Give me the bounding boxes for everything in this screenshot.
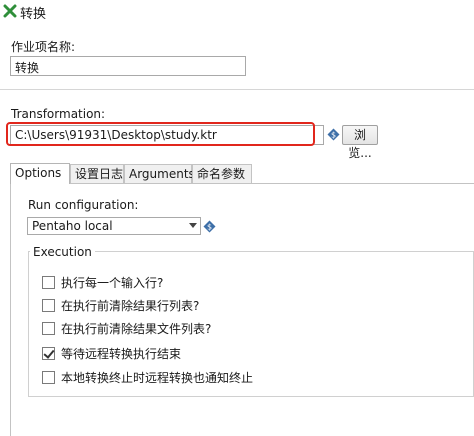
checkbox-row-wait-remote[interactable]: 等待远程转换执行结束 — [42, 345, 181, 361]
checkbox-clear-result-files[interactable] — [42, 321, 55, 335]
checkbox-each-input-row[interactable] — [42, 275, 55, 289]
checkbox-wait-remote[interactable] — [42, 346, 55, 360]
browse-button[interactable]: 浏览... — [342, 125, 378, 160]
checkbox-row-notify-remote-stop[interactable]: 本地转换终止时远程转换也通知终止 — [42, 369, 253, 385]
job-entry-name-input[interactable]: 转换 — [10, 56, 246, 76]
execution-legend: Execution — [30, 245, 95, 259]
tab-logging[interactable]: 设置日志 — [70, 164, 124, 183]
checkbox-row-clear-result-files[interactable]: 在执行前清除结果文件列表? — [42, 320, 211, 336]
chevron-down-icon — [189, 223, 197, 228]
svg-text:$: $ — [331, 131, 336, 140]
tab-arguments[interactable]: Arguments — [124, 164, 195, 183]
checkbox-label: 执行每一个输入行? — [61, 275, 164, 290]
checkbox-row-each-input-row[interactable]: 执行每一个输入行? — [42, 274, 163, 290]
window-title: 转换 — [20, 7, 47, 22]
variable-diamond-icon[interactable]: $ — [203, 220, 216, 233]
svg-text:$: $ — [207, 223, 212, 232]
checkbox-clear-result-rows[interactable] — [42, 298, 55, 312]
section-divider — [0, 89, 474, 90]
checkbox-label: 在执行前清除结果文件列表? — [61, 321, 212, 336]
tab-named-parameters[interactable]: 命名参数 — [192, 164, 252, 183]
checkbox-label: 本地转换终止时远程转换也通知终止 — [61, 370, 254, 385]
variable-diamond-icon[interactable]: $ — [327, 128, 340, 141]
transformation-icon — [3, 4, 17, 18]
run-config-value: Pentaho local — [32, 219, 113, 233]
run-config-select[interactable]: Pentaho local — [27, 217, 201, 235]
transformation-label: Transformation: — [11, 107, 106, 121]
checkbox-label: 在执行前清除结果行列表? — [61, 298, 200, 313]
path-highlight-box — [6, 122, 315, 146]
job-entry-name-label: 作业项名称: — [11, 40, 76, 54]
run-config-label: Run configuration: — [28, 198, 139, 212]
checkbox-notify-remote-stop[interactable] — [42, 370, 55, 384]
checkbox-label: 等待远程转换执行结束 — [61, 346, 182, 361]
checkbox-row-clear-result-rows[interactable]: 在执行前清除结果行列表? — [42, 297, 199, 313]
tab-options[interactable]: Options — [10, 163, 70, 184]
